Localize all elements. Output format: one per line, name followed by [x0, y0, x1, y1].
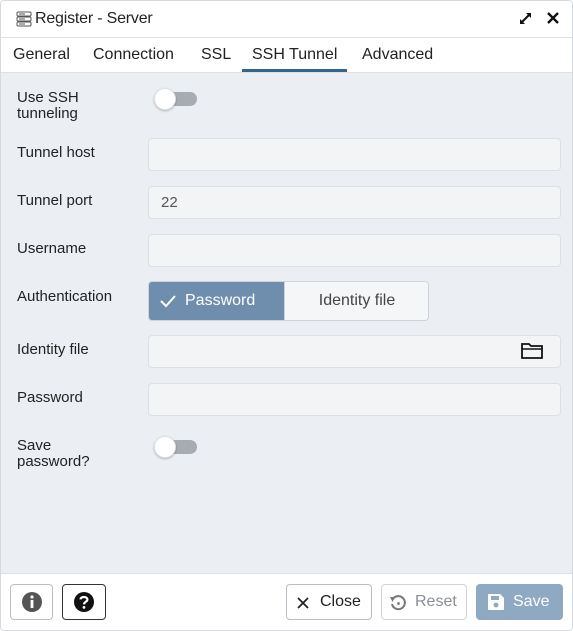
save-button[interactable]: Save — [476, 584, 563, 620]
use-ssh-label-line2: tunneling — [17, 105, 78, 122]
register-server-dialog: Register - Server General Connection SSL… — [0, 0, 573, 631]
save-password-label-line2: password? — [17, 453, 90, 470]
identity-file-input[interactable] — [148, 335, 561, 368]
tunnel-host-label: Tunnel host — [17, 144, 95, 161]
close-button[interactable]: Close — [286, 584, 372, 620]
auth-identity-file-label: Identity file — [318, 292, 396, 309]
toggle-knob — [154, 88, 176, 110]
authentication-label: Authentication — [17, 288, 113, 305]
save-password-toggle[interactable] — [154, 436, 197, 458]
check-icon — [160, 295, 176, 308]
toggle-knob — [154, 436, 176, 458]
server-icon — [16, 11, 32, 27]
auth-password-label: Password — [185, 292, 256, 309]
tab-connection[interactable]: Connection — [83, 38, 184, 72]
use-ssh-label: Use SSH tunneling — [17, 90, 79, 122]
folder-icon[interactable] — [520, 341, 544, 361]
expand-icon[interactable] — [518, 11, 533, 26]
dialog-title: Register - Server — [35, 10, 153, 27]
reset-icon — [390, 595, 406, 611]
authentication-selector: Password Identity file — [148, 281, 429, 321]
tab-ssl[interactable]: SSL — [191, 38, 241, 72]
save-button-label: Save — [513, 593, 550, 610]
dialog-footer: Close Reset Save — [1, 573, 572, 630]
tab-general[interactable]: General — [3, 38, 80, 72]
info-icon — [22, 592, 42, 612]
close-icon — [297, 597, 309, 609]
password-label: Password — [17, 389, 83, 406]
save-password-label-line1: Save — [17, 437, 52, 454]
title-bar: Register - Server — [1, 1, 572, 38]
tab-bar: General Connection SSL SSH Tunnel Advanc… — [1, 38, 572, 73]
save-icon — [488, 594, 504, 610]
save-password-label: Save password? — [17, 438, 90, 470]
username-input[interactable] — [148, 234, 561, 267]
auth-identity-file-option[interactable]: Identity file — [284, 282, 428, 320]
use-ssh-label-line1: Use SSH — [17, 89, 79, 106]
help-icon — [74, 592, 94, 612]
help-button[interactable] — [62, 584, 106, 620]
reset-button[interactable]: Reset — [381, 584, 467, 620]
identity-file-label: Identity file — [17, 341, 89, 358]
tab-advanced[interactable]: Advanced — [352, 38, 443, 72]
form-content: Use SSH tunneling Tunnel host Tunnel por… — [1, 73, 572, 573]
close-button-label: Close — [320, 593, 361, 610]
info-button[interactable] — [10, 584, 53, 620]
tunnel-port-label: Tunnel port — [17, 192, 93, 209]
tunnel-host-input[interactable] — [148, 138, 561, 171]
close-icon[interactable] — [546, 11, 560, 25]
tab-ssh-tunnel[interactable]: SSH Tunnel — [242, 38, 348, 72]
tunnel-port-input[interactable]: 22 — [148, 186, 561, 219]
username-label: Username — [17, 240, 87, 257]
reset-button-label: Reset — [415, 593, 457, 610]
auth-password-option[interactable]: Password — [149, 282, 284, 320]
use-ssh-toggle[interactable] — [154, 88, 197, 110]
password-input[interactable] — [148, 383, 561, 416]
